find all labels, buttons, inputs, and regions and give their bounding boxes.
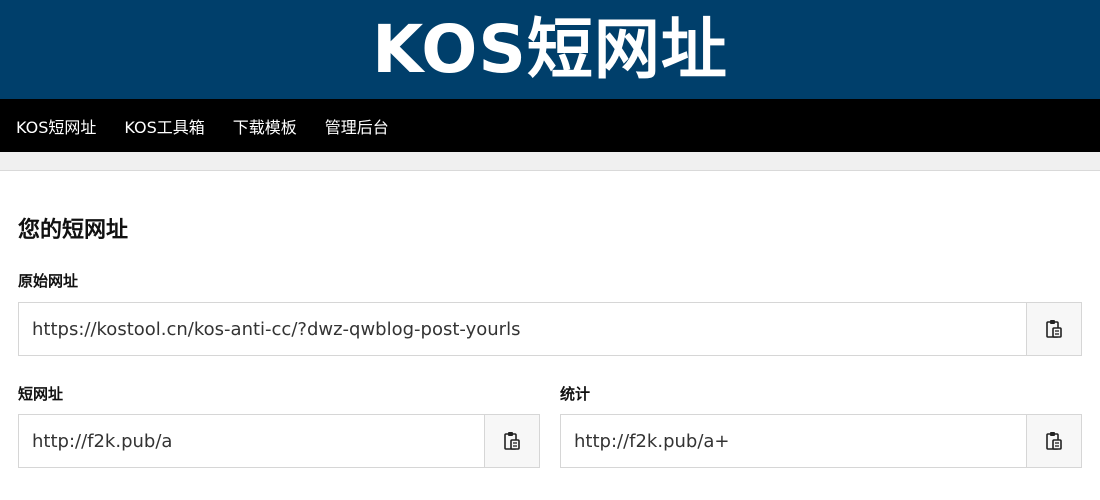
- stats-url-label: 统计: [560, 385, 591, 403]
- copy-original-url-button[interactable]: [1026, 303, 1081, 355]
- main-nav: KOS短网址 KOS工具箱 下载模板 管理后台: [0, 99, 1100, 152]
- site-title: KOS短网址: [372, 10, 728, 88]
- original-url-group: https://kostool.cn/kos-anti-cc/?dwz-qwbl…: [18, 302, 1082, 356]
- short-url-field[interactable]: http://f2k.pub/a: [19, 415, 484, 467]
- result-panel: 您的短网址 原始网址 https://kostool.cn/kos-anti-c…: [0, 216, 1100, 468]
- nav-item-admin[interactable]: 管理后台: [325, 114, 389, 138]
- original-url-label: 原始网址: [18, 272, 79, 290]
- clipboard-icon: [1046, 432, 1062, 450]
- page-title: 您的短网址: [18, 218, 129, 243]
- stats-url-field[interactable]: http://f2k.pub/a+: [561, 415, 1026, 467]
- short-url-column: 短网址 http://f2k.pub/a: [18, 384, 540, 468]
- short-url-label: 短网址: [18, 385, 64, 403]
- copy-short-url-button[interactable]: [484, 415, 539, 467]
- short-url-group: http://f2k.pub/a: [18, 414, 540, 468]
- nav-item-kos-toolbox[interactable]: KOS工具箱: [124, 114, 204, 138]
- clipboard-icon: [504, 432, 520, 450]
- clipboard-icon: [1046, 320, 1062, 338]
- site-banner: KOS短网址: [0, 0, 1100, 99]
- nav-item-kos-shorturl[interactable]: KOS短网址: [16, 114, 96, 138]
- original-url-field[interactable]: https://kostool.cn/kos-anti-cc/?dwz-qwbl…: [19, 303, 1026, 355]
- stats-url-group: http://f2k.pub/a+: [560, 414, 1082, 468]
- short-and-stats-row: 短网址 http://f2k.pub/a 统计 http://f2k.pub/a…: [18, 384, 1082, 468]
- copy-stats-url-button[interactable]: [1026, 415, 1081, 467]
- divider-strip: [0, 152, 1100, 171]
- nav-item-download-template[interactable]: 下载模板: [233, 114, 297, 138]
- stats-url-column: 统计 http://f2k.pub/a+: [560, 384, 1082, 468]
